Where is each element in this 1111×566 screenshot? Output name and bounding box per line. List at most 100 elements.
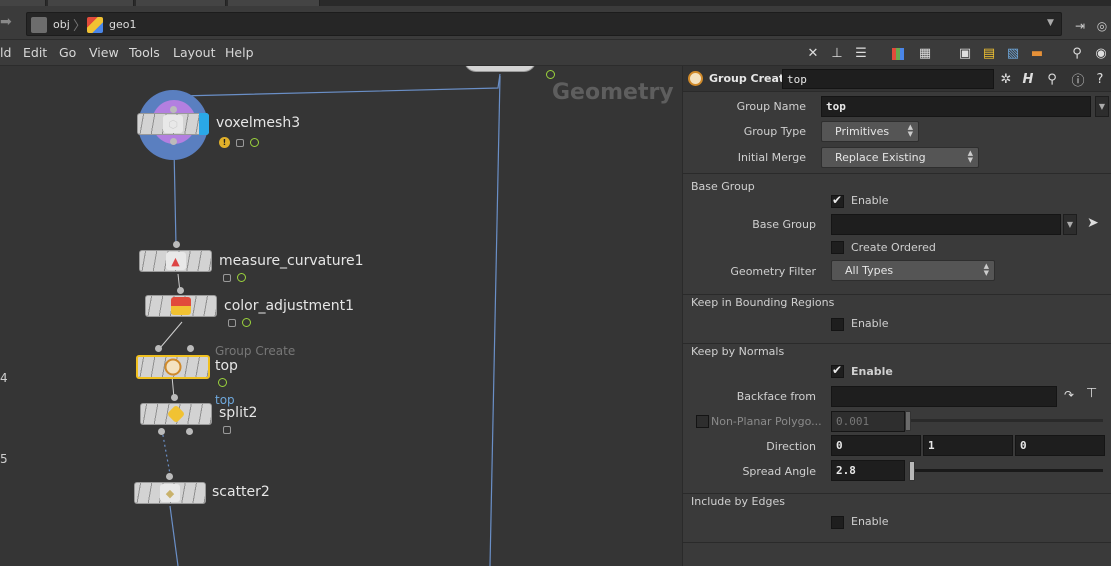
slider-handle[interactable] bbox=[905, 411, 911, 431]
spread-angle-label: Spread Angle bbox=[742, 465, 816, 478]
lock-icon[interactable] bbox=[223, 426, 231, 434]
menu-edit[interactable]: Edit bbox=[23, 45, 47, 60]
jump-icon[interactable]: ↷ bbox=[1064, 388, 1074, 402]
node-label[interactable]: top bbox=[215, 358, 238, 374]
direction-z-field[interactable]: 0 bbox=[1015, 435, 1105, 456]
tree-icon[interactable]: ⊥ bbox=[828, 44, 846, 62]
menu-value: Primitives bbox=[835, 125, 890, 138]
lock-icon[interactable] bbox=[228, 318, 236, 327]
input-port[interactable] bbox=[173, 241, 180, 248]
section-title[interactable]: Keep in Bounding Regions bbox=[691, 296, 834, 309]
help-icon[interactable]: ? bbox=[1091, 70, 1109, 88]
dropdown-arrow-icon[interactable]: ▼ bbox=[1047, 18, 1057, 28]
grid-icon[interactable]: ▦ bbox=[916, 44, 934, 62]
gear-icon[interactable]: ✲ bbox=[997, 70, 1015, 88]
color-palette-icon[interactable] bbox=[892, 48, 904, 60]
base-group-enable-checkbox[interactable] bbox=[831, 193, 844, 208]
network-editor[interactable]: Geometry 4 5 ⬡ voxelmesh3 ! ▲ measure_cu… bbox=[0, 66, 682, 566]
select-arrow-icon[interactable]: ➤ bbox=[1087, 215, 1099, 231]
path-bar: ➡ obj 〉 geo1 ▼ ⇥ ◎ bbox=[0, 6, 1111, 40]
output-port[interactable] bbox=[186, 428, 193, 435]
node-scatter2[interactable]: ◆ bbox=[134, 482, 206, 504]
lock-icon[interactable] bbox=[223, 273, 231, 282]
input-port[interactable] bbox=[170, 106, 177, 113]
nonplanar-slider[interactable] bbox=[911, 419, 1103, 422]
pin-icon[interactable]: ⇥ bbox=[1072, 19, 1088, 33]
nonplanar-field[interactable]: 0.001 bbox=[831, 411, 905, 432]
initial-merge-menu[interactable]: Replace Existing ▲ ▼ bbox=[821, 147, 979, 168]
node-label[interactable]: voxelmesh3 bbox=[216, 115, 300, 131]
display-flag[interactable] bbox=[199, 113, 209, 135]
tools-icon[interactable]: ✕ bbox=[804, 44, 822, 62]
image-icon[interactable]: ▧ bbox=[1004, 44, 1022, 62]
group-name-field[interactable]: top bbox=[821, 96, 1091, 117]
menu-layout[interactable]: Layout bbox=[173, 45, 216, 60]
section-title[interactable]: Keep by Normals bbox=[691, 345, 784, 358]
node-label[interactable]: split2 bbox=[219, 405, 257, 421]
crumb-obj[interactable]: obj bbox=[31, 16, 70, 33]
input-port[interactable] bbox=[155, 345, 162, 352]
hscript-help-icon[interactable]: H bbox=[1019, 70, 1037, 88]
checkbox-label: Enable bbox=[851, 317, 889, 330]
node-color-adjustment1[interactable] bbox=[145, 295, 217, 317]
search-icon[interactable]: ⚲ bbox=[1068, 44, 1086, 62]
slider-handle[interactable] bbox=[909, 461, 915, 481]
output-port[interactable] bbox=[170, 138, 177, 145]
object-merge-node[interactable] bbox=[464, 66, 536, 72]
backface-field[interactable] bbox=[831, 386, 1057, 407]
direction-y-field[interactable]: 1 bbox=[923, 435, 1013, 456]
node-split2[interactable] bbox=[140, 403, 212, 425]
base-group-field[interactable] bbox=[831, 214, 1061, 235]
include-edges-enable-checkbox[interactable] bbox=[831, 516, 844, 529]
section-title[interactable]: Base Group bbox=[691, 180, 755, 193]
spread-angle-field[interactable]: 2.8 bbox=[831, 460, 905, 481]
section-title[interactable]: Include by Edges bbox=[691, 495, 785, 508]
node-label[interactable]: color_adjustment1 bbox=[224, 298, 354, 314]
snippet-icon[interactable]: ▬ bbox=[1028, 44, 1046, 62]
node-group-create-top[interactable] bbox=[136, 355, 210, 379]
node-flags bbox=[223, 426, 231, 434]
menu-build[interactable]: ld bbox=[0, 45, 11, 60]
group-type-menu[interactable]: Primitives ▲ ▼ bbox=[821, 121, 919, 142]
warning-icon[interactable]: ! bbox=[219, 137, 230, 148]
output-port[interactable] bbox=[158, 428, 165, 435]
dropdown-arrow-icon[interactable]: ▼ bbox=[1063, 214, 1077, 235]
color-adjust-icon bbox=[171, 297, 191, 315]
list-icon[interactable]: ☰ bbox=[852, 44, 870, 62]
dropdown-arrow-icon[interactable]: ▼ bbox=[1095, 96, 1109, 117]
input-port[interactable] bbox=[187, 345, 194, 352]
create-ordered-checkbox[interactable] bbox=[831, 241, 844, 254]
spread-angle-slider[interactable] bbox=[911, 469, 1103, 472]
lock-icon[interactable] bbox=[236, 138, 244, 147]
eye-icon[interactable]: ◉ bbox=[1092, 44, 1110, 62]
input-port[interactable] bbox=[171, 394, 178, 401]
nonplanar-checkbox[interactable] bbox=[696, 415, 709, 428]
input-port[interactable] bbox=[166, 473, 173, 480]
keep-bounding-enable-checkbox[interactable] bbox=[831, 318, 844, 331]
menu-go[interactable]: Go bbox=[59, 45, 76, 60]
node-voxelmesh3[interactable]: ⬡ bbox=[137, 113, 209, 135]
menu-view[interactable]: View bbox=[89, 45, 119, 60]
select-geometry-icon[interactable]: ⊤ bbox=[1086, 386, 1097, 401]
node-flags bbox=[228, 318, 251, 327]
input-port[interactable] bbox=[177, 287, 184, 294]
parameter-editor: Group Create top ✲ H ⚲ ⓘ ? Group Name to… bbox=[682, 66, 1111, 566]
sticky-note-icon[interactable]: ▤ bbox=[980, 44, 998, 62]
measure-icon: ▲ bbox=[165, 252, 186, 270]
network-box-icon[interactable]: ▣ bbox=[956, 44, 974, 62]
node-measure-curvature1[interactable]: ▲ bbox=[139, 250, 212, 272]
link-icon[interactable]: ◎ bbox=[1094, 19, 1110, 33]
keep-normals-enable-checkbox[interactable] bbox=[831, 363, 844, 378]
menu-tools[interactable]: Tools bbox=[129, 45, 160, 60]
crumb-geo1[interactable]: geo1 bbox=[87, 16, 136, 33]
direction-x-field[interactable]: 0 bbox=[831, 435, 921, 456]
network-path-field[interactable]: obj 〉 geo1 ▼ bbox=[26, 12, 1062, 36]
node-label[interactable]: scatter2 bbox=[212, 484, 270, 500]
geometry-filter-menu[interactable]: All Types ▲ ▼ bbox=[831, 260, 995, 281]
info-icon[interactable]: ⓘ bbox=[1069, 70, 1087, 89]
node-name-field[interactable]: top bbox=[782, 69, 994, 89]
forward-arrow-icon[interactable]: ➡ bbox=[0, 14, 14, 30]
node-label[interactable]: measure_curvature1 bbox=[219, 253, 364, 269]
menu-help[interactable]: Help bbox=[225, 45, 254, 60]
search-icon[interactable]: ⚲ bbox=[1043, 70, 1061, 88]
